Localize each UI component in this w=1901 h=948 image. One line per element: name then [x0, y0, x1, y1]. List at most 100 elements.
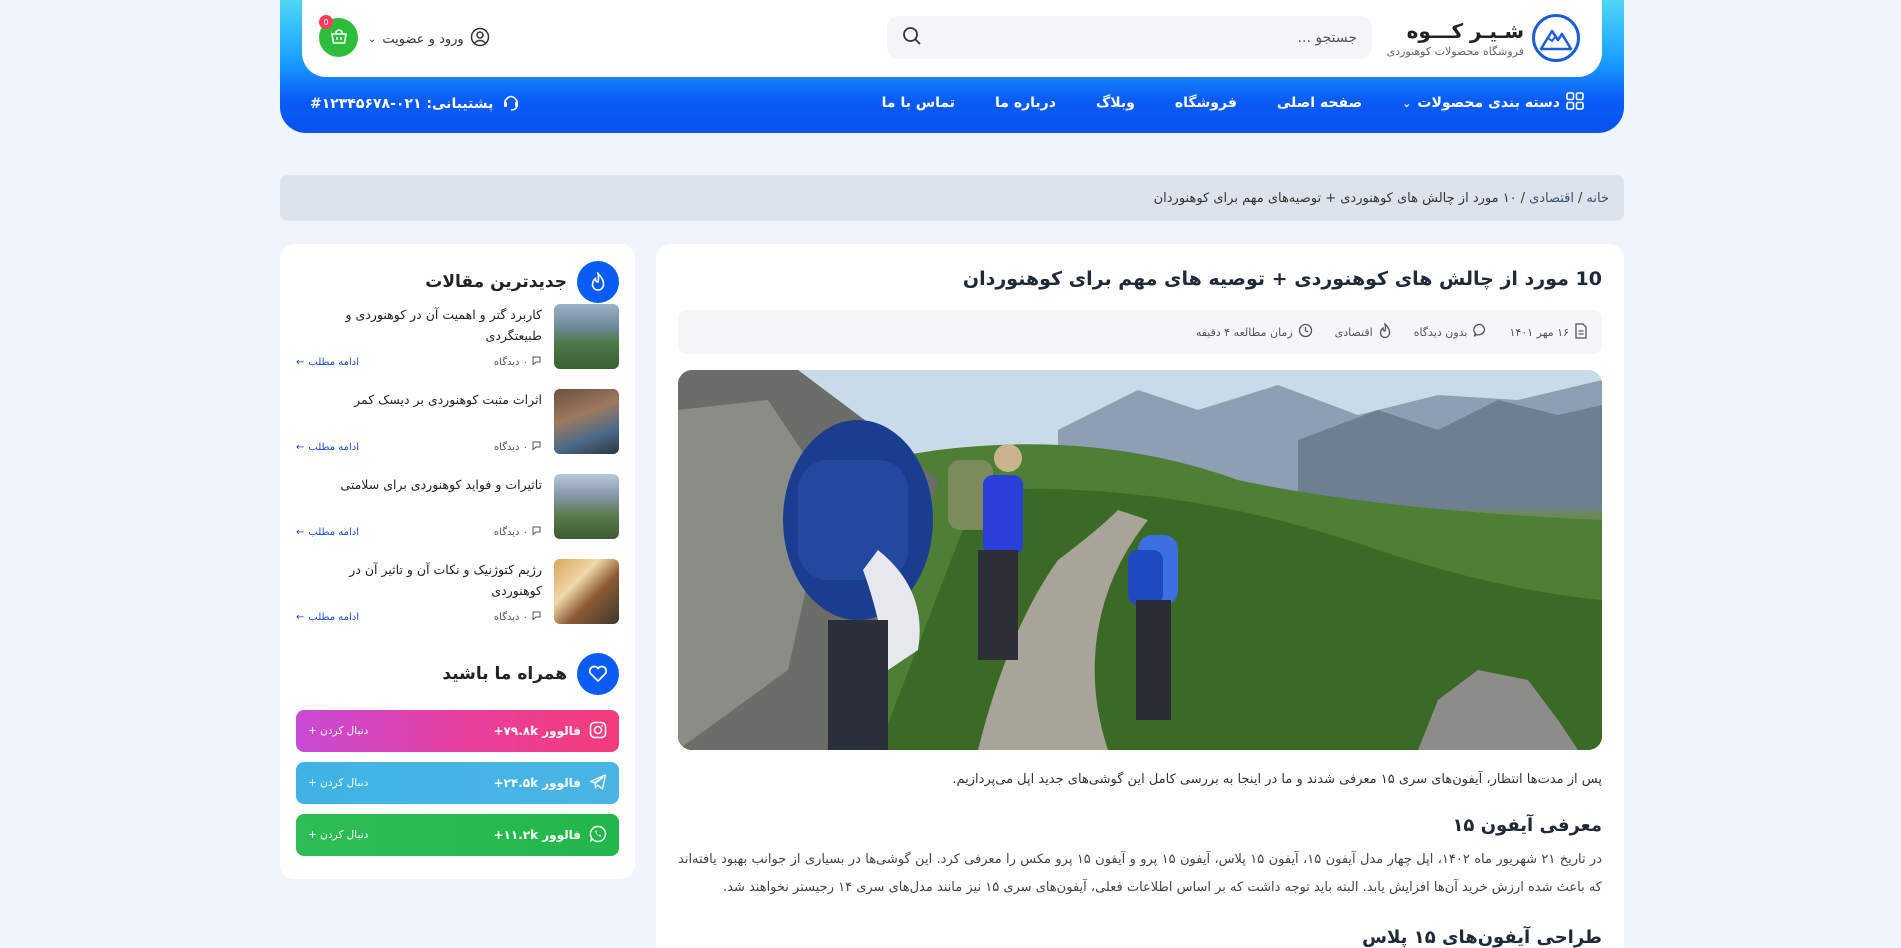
- follow-us-header: همراه ما باشید: [296, 652, 619, 696]
- sidebar-article[interactable]: اثرات مثبت کوهنوردی بر دیسک کمر ۰ دیدگاه…: [296, 389, 619, 474]
- login-label: ورود و عضویت: [382, 31, 464, 47]
- mountain-logo-icon: [1532, 14, 1580, 62]
- post-comments[interactable]: بدون دیدگاه: [1414, 323, 1488, 341]
- comment-icon: [531, 355, 542, 369]
- sidebar-article[interactable]: تاثیرات و فواید کوهنوردی برای سلامتی ۰ د…: [296, 474, 619, 559]
- read-more-label: ادامه مطلب: [308, 356, 359, 368]
- basket-icon: [329, 27, 349, 49]
- clock-icon: [1298, 323, 1313, 341]
- whatsapp-icon: [589, 825, 607, 846]
- post-title: 10 مورد از چالش های کوهنوردی + توصیه های…: [962, 268, 1602, 290]
- article-card: 10 مورد از چالش های کوهنوردی + توصیه های…: [656, 244, 1624, 948]
- article-comments-text: ۰ دیدگاه: [493, 356, 528, 368]
- nav-about[interactable]: درباره ما: [995, 95, 1056, 111]
- comment-icon: [531, 440, 542, 454]
- cart-button[interactable]: 0: [319, 15, 358, 57]
- nav-home[interactable]: صفحه اصلی: [1277, 95, 1362, 111]
- arrow-left-icon: ←: [296, 526, 305, 538]
- read-more-label: ادامه مطلب: [308, 611, 359, 623]
- arrow-left-icon: ←: [296, 356, 305, 368]
- article-comments: ۰ دیدگاه: [494, 355, 542, 369]
- read-more-link[interactable]: ادامه مطلب ←: [296, 612, 359, 623]
- breadcrumb-category[interactable]: اقتصادی: [1529, 191, 1574, 206]
- comment-icon: [531, 610, 542, 624]
- sidebar-article[interactable]: رژیم کتوژنیک و نکات آن و تاثیر آن در کوه…: [296, 559, 619, 644]
- article-title[interactable]: کاربرد گتر و اهمیت آن در کوهنوردی و طبیع…: [296, 304, 542, 347]
- article-title[interactable]: رژیم کتوژنیک و نکات آن و تاثیر آن در کوه…: [296, 559, 542, 602]
- chevron-down-icon: ⌄: [1402, 96, 1412, 110]
- user-icon: [470, 27, 490, 51]
- read-more-label: ادامه مطلب: [308, 441, 359, 453]
- read-more-link[interactable]: ادامه مطلب ←: [296, 442, 359, 453]
- breadcrumb-separator: /: [1578, 190, 1583, 206]
- headset-icon: [501, 92, 521, 116]
- follow-us-title: همراه ما باشید: [442, 664, 567, 684]
- breadcrumb-separator: /: [1520, 190, 1526, 206]
- sidebar-article[interactable]: کاربرد گتر و اهمیت آن در کوهنوردی و طبیع…: [296, 304, 619, 389]
- post-hero-image: [678, 370, 1602, 750]
- telegram-follow-label: دنبال کردن +: [308, 777, 369, 789]
- logo[interactable]: شـیـر کـــوه فروشگاه محصولات کوهنوردی: [1387, 14, 1580, 62]
- post-meta: ۱۶ مهر ۱۴۰۱ بدون دیدگاه اقتصادی زمان مطا…: [678, 310, 1602, 354]
- whatsapp-followers: فالوور ۱۱.۲k+: [493, 828, 581, 842]
- search-box: [887, 16, 1372, 59]
- post-comments-text: بدون دیدگاه: [1413, 325, 1468, 339]
- article-thumbnail[interactable]: [554, 389, 619, 454]
- post-category[interactable]: اقتصادی: [1335, 321, 1392, 342]
- breadcrumb: خانه / اقتصادی / ۱۰ مورد از چالش های کوه…: [280, 175, 1624, 221]
- telegram-follow-button[interactable]: فالوور ۲۴.۵k+ دنبال کردن +: [296, 762, 619, 804]
- telegram-followers: فالوور ۲۴.۵k+: [493, 776, 581, 790]
- flame-icon: [1378, 321, 1392, 342]
- search-icon[interactable]: [902, 26, 922, 50]
- article-thumbnail[interactable]: [554, 474, 619, 539]
- main-nav: دسته بندی محصولات ⌄ صفحه اصلی فروشگاه وب…: [882, 92, 1584, 114]
- comment-icon: [531, 525, 542, 539]
- breadcrumb-current: ۱۰ مورد از چالش های کوهنوردی + توصیه‌های…: [1153, 190, 1517, 206]
- post-read-time: زمان مطالعه ۴ دقیقه: [1196, 323, 1313, 341]
- latest-articles-header: جدیدترین مقالات: [296, 260, 619, 304]
- sidebar: جدیدترین مقالات کاربرد گتر و اهمیت آن در…: [280, 244, 635, 879]
- read-more-link[interactable]: ادامه مطلب ←: [296, 527, 359, 538]
- support-label: پشتیبانی: ۰۲۱-۱۲۳۴۵۶۷۸#: [310, 96, 494, 112]
- read-more-link[interactable]: ادامه مطلب ←: [296, 357, 359, 368]
- article-comments-text: ۰ دیدگاه: [493, 611, 528, 623]
- arrow-left-icon: ←: [296, 611, 305, 623]
- nav-blog[interactable]: وبلاگ: [1096, 95, 1135, 111]
- support-phone[interactable]: پشتیبانی: ۰۲۱-۱۲۳۴۵۶۷۸#: [310, 92, 521, 116]
- post-date: ۱۶ مهر ۱۴۰۱: [1509, 322, 1589, 342]
- whatsapp-follow-button[interactable]: فالوور ۱۱.۲k+ دنبال کردن +: [296, 814, 619, 856]
- post-heading-2: طراحی آیفون‌های ۱۵ پلاس: [1362, 926, 1602, 948]
- flame-icon: [577, 261, 619, 303]
- latest-articles-title: جدیدترین مقالات: [425, 272, 567, 292]
- article-thumbnail[interactable]: [554, 559, 619, 624]
- instagram-icon: [589, 721, 607, 742]
- nav-shop[interactable]: فروشگاه: [1175, 95, 1237, 111]
- article-comments-text: ۰ دیدگاه: [493, 526, 528, 538]
- instagram-follow-label: دنبال کردن +: [308, 725, 369, 737]
- whatsapp-follow-label: دنبال کردن +: [308, 829, 369, 841]
- document-icon: [1574, 322, 1588, 342]
- article-thumbnail[interactable]: [554, 304, 619, 369]
- instagram-follow-button[interactable]: فالوور ۷۹.۸k+ دنبال کردن +: [296, 710, 619, 752]
- nav-categories-label: دسته بندی محصولات: [1417, 95, 1560, 111]
- chevron-down-icon: ⌄: [368, 33, 377, 45]
- article-comments: ۰ دیدگاه: [494, 525, 542, 539]
- search-input[interactable]: [937, 29, 1357, 46]
- arrow-left-icon: ←: [296, 441, 305, 453]
- login-button[interactable]: ورود و عضویت ⌄: [368, 27, 490, 51]
- brand-tagline: فروشگاه محصولات کوهنوردی: [1386, 44, 1524, 58]
- breadcrumb-home[interactable]: خانه: [1586, 191, 1609, 206]
- grid-icon: [1566, 92, 1584, 114]
- nav-categories[interactable]: دسته بندی محصولات ⌄: [1402, 92, 1584, 114]
- article-title[interactable]: تاثیرات و فواید کوهنوردی برای سلامتی: [296, 474, 542, 495]
- nav-contact[interactable]: تماس با ما: [882, 95, 955, 111]
- cart-count-badge: 0: [319, 15, 333, 29]
- post-paragraph: در تاریخ ۲۱ شهریور ماه ۱۴۰۲، اپل چهار مد…: [678, 851, 1602, 896]
- instagram-followers: فالوور ۷۹.۸k+: [493, 724, 581, 738]
- article-title[interactable]: اثرات مثبت کوهنوردی بر دیسک کمر: [296, 389, 542, 410]
- post-heading: معرفی آیفون ۱۵: [1452, 814, 1602, 836]
- site-header: شـیـر کـــوه فروشگاه محصولات کوهنوردی ور…: [280, 0, 1624, 133]
- read-more-label: ادامه مطلب: [308, 526, 359, 538]
- post-read-time-text: زمان مطالعه ۴ دقیقه: [1195, 325, 1293, 339]
- post-date-text: ۱۶ مهر ۱۴۰۱: [1509, 325, 1570, 339]
